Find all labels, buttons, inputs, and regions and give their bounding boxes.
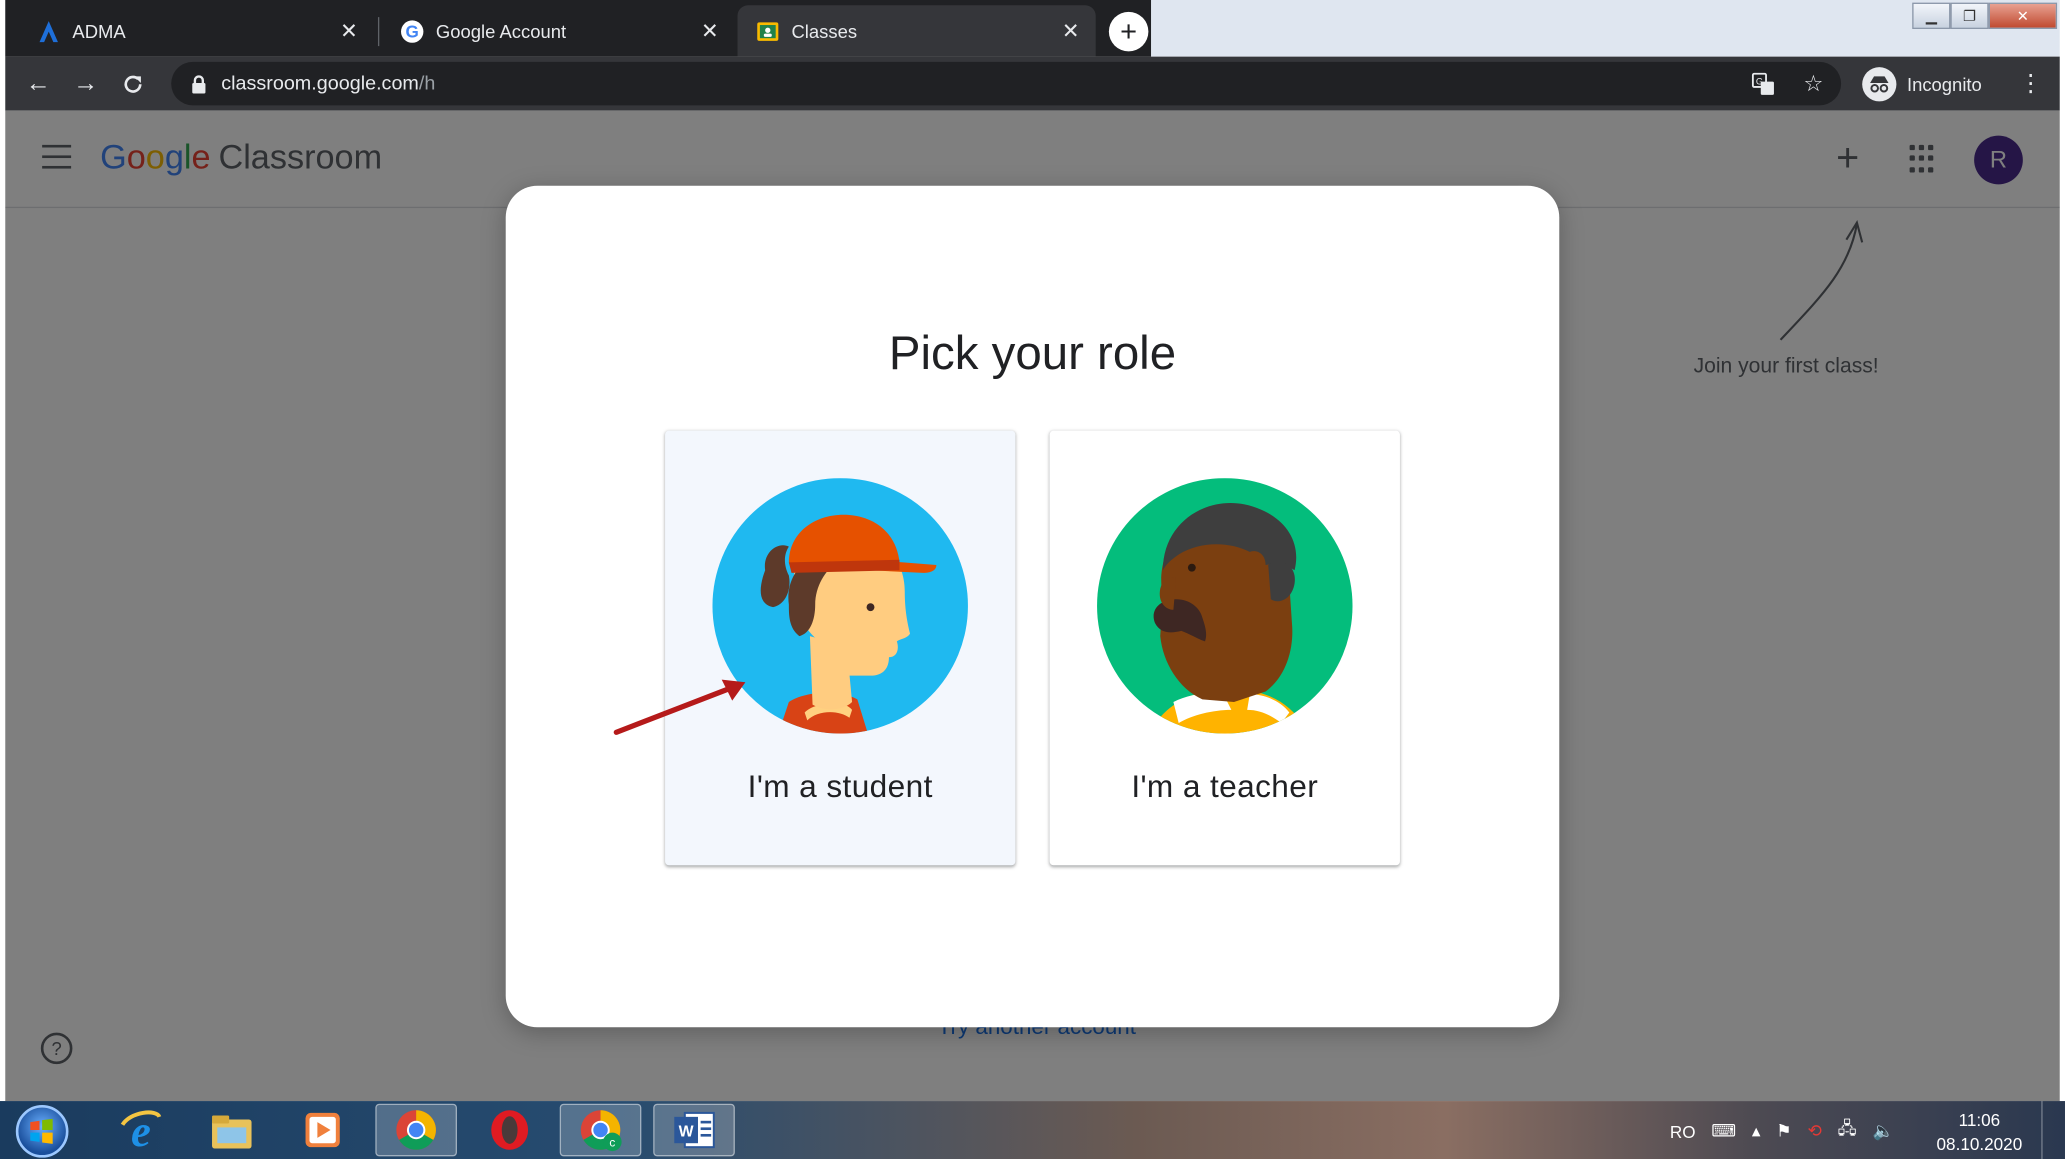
svg-text:G: G: [1756, 76, 1763, 86]
tab-close-icon[interactable]: ✕: [335, 16, 364, 45]
os-taskbar: e c W RO ⌨ ▴ ⚑ ⟲ 🖧 🔈 11:06 08.10.2020: [0, 1101, 2065, 1159]
annotation-arrow-icon: [613, 679, 746, 735]
minimize-button[interactable]: ▁: [1912, 2, 1951, 29]
antivirus-icon[interactable]: ⟲: [1807, 1121, 1821, 1142]
incognito-indicator[interactable]: Incognito: [1862, 65, 1982, 105]
volume-icon[interactable]: 🔈: [1873, 1121, 1894, 1142]
browser-menu-icon[interactable]: ⋮: [2018, 70, 2044, 98]
dialog-title: Pick your role: [888, 325, 1177, 380]
tab-close-icon[interactable]: ✕: [695, 16, 724, 45]
window-controls: ▁ ❐ ✕: [1912, 2, 2058, 29]
media-player-icon: [305, 1112, 340, 1148]
taskbar-media-player[interactable]: [282, 1104, 364, 1157]
chrome-icon: [396, 1110, 436, 1150]
teacher-role-card[interactable]: I'm a teacher: [1049, 430, 1400, 866]
taskbar-chrome[interactable]: [375, 1103, 457, 1157]
pick-role-dialog: Pick your role I'm a student I'm a teach…: [505, 185, 1560, 1028]
tab-close-icon[interactable]: ✕: [1056, 16, 1085, 45]
browser-toolbar: ← → classroom.google.com/h G ☆ Incognito…: [5, 56, 2060, 111]
clock-date: 08.10.2020: [1936, 1133, 2023, 1154]
address-bar-actions: G ☆: [1749, 70, 1828, 99]
windows-logo-icon: [30, 1118, 53, 1144]
restore-button[interactable]: ❐: [1950, 2, 1989, 29]
show-desktop-button[interactable]: [2041, 1101, 2059, 1159]
lock-icon[interactable]: [190, 74, 208, 93]
forward-arrow-icon[interactable]: →: [68, 67, 102, 101]
tab-title: Google Account: [435, 20, 567, 42]
svg-text:G: G: [406, 22, 419, 41]
taskbar-word[interactable]: W: [653, 1103, 735, 1157]
tab-separator: [377, 17, 380, 47]
taskbar-chrome-profile[interactable]: c: [559, 1103, 642, 1157]
back-arrow-icon[interactable]: ←: [21, 67, 55, 101]
internet-explorer-icon: e: [120, 1106, 162, 1154]
tab-google-account[interactable]: G Google Account ✕: [382, 5, 735, 56]
incognito-label: Incognito: [1906, 73, 1982, 95]
tab-title: ADMA: [72, 20, 126, 42]
show-hidden-icons-icon[interactable]: ▴: [1752, 1121, 1761, 1142]
incognito-icon: [1862, 67, 1897, 102]
adma-favicon-icon: [37, 19, 61, 43]
word-icon: W: [674, 1111, 715, 1149]
tab-title: Classes: [791, 20, 858, 42]
url-text: classroom.google.com/h: [221, 72, 435, 94]
reload-icon[interactable]: [116, 67, 150, 101]
student-role-card[interactable]: I'm a student: [665, 430, 1016, 866]
taskbar-opera[interactable]: [469, 1104, 551, 1157]
svg-text:W: W: [679, 1124, 694, 1141]
url-host: classroom.google.com: [221, 72, 419, 95]
tab-classes[interactable]: Classes ✕: [737, 5, 1096, 57]
tab-adma[interactable]: ADMA ✕: [18, 5, 374, 56]
keyboard-icon[interactable]: ⌨: [1711, 1121, 1736, 1142]
svg-text:c: c: [609, 1135, 615, 1149]
translate-icon[interactable]: G: [1749, 70, 1778, 99]
system-tray: RO ⌨ ▴ ⚑ ⟲ 🖧 🔈: [1670, 1117, 1894, 1146]
screen: ADMA ✕ G Google Account ✕ Classes ✕ + ▁ …: [0, 0, 2065, 1159]
action-center-flag-icon[interactable]: ⚑: [1776, 1121, 1791, 1142]
close-window-button[interactable]: ✕: [1988, 2, 2058, 29]
file-explorer-icon: [212, 1115, 252, 1149]
chrome-profile-icon: c: [580, 1110, 622, 1152]
new-tab-button[interactable]: +: [1108, 11, 1149, 52]
classroom-favicon-icon: [756, 19, 780, 43]
opera-icon: [491, 1110, 529, 1150]
language-indicator[interactable]: RO: [1670, 1121, 1696, 1141]
taskbar-internet-explorer[interactable]: e: [100, 1104, 182, 1157]
url-path: /h: [418, 72, 436, 95]
start-button[interactable]: [15, 1105, 69, 1158]
bookmark-star-icon[interactable]: ☆: [1799, 70, 1828, 99]
address-bar[interactable]: classroom.google.com/h G ☆: [171, 61, 1842, 106]
clock-time: 11:06: [1958, 1110, 2001, 1131]
teacher-role-label: I'm a teacher: [1131, 769, 1319, 805]
teacher-illustration-icon: [1097, 478, 1353, 734]
taskbar-file-explorer[interactable]: [191, 1104, 273, 1157]
network-icon[interactable]: 🖧: [1838, 1117, 1857, 1146]
taskbar-clock[interactable]: 11:06 08.10.2020: [1931, 1109, 2028, 1156]
student-role-label: I'm a student: [747, 769, 933, 805]
google-favicon-icon: G: [400, 19, 424, 43]
